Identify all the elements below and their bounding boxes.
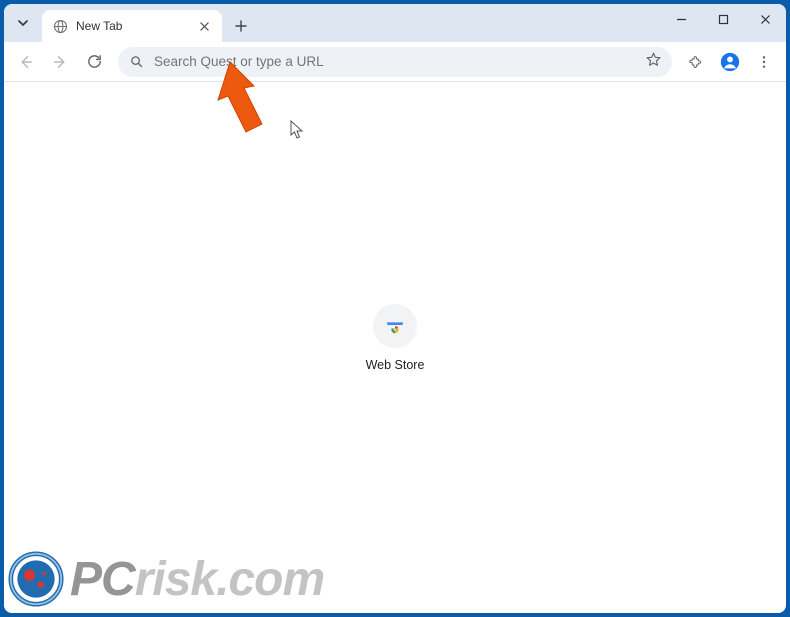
close-icon <box>200 22 209 31</box>
close-icon <box>760 14 771 25</box>
globe-icon <box>52 18 68 34</box>
new-tab-button[interactable] <box>228 13 254 39</box>
tab-title: New Tab <box>76 19 188 33</box>
tab-search-button[interactable] <box>10 10 36 36</box>
minimize-icon <box>676 14 687 25</box>
titlebar: New Tab <box>4 4 786 42</box>
webstore-icon <box>384 315 406 337</box>
search-icon <box>128 54 144 70</box>
close-window-button[interactable] <box>744 4 786 34</box>
profile-icon <box>719 51 741 73</box>
shortcuts-grid: Web Store <box>4 304 786 372</box>
back-button[interactable] <box>10 46 42 78</box>
shortcut-webstore[interactable]: Web Store <box>340 304 450 372</box>
profile-button[interactable] <box>714 46 746 78</box>
arrow-right-icon <box>51 53 69 71</box>
reload-icon <box>86 53 103 70</box>
maximize-icon <box>718 14 729 25</box>
browser-window: New Tab <box>4 4 786 613</box>
menu-button[interactable] <box>748 46 780 78</box>
maximize-button[interactable] <box>702 4 744 34</box>
kebab-icon <box>756 54 772 70</box>
star-icon <box>645 51 662 68</box>
bookmark-button[interactable] <box>645 51 662 73</box>
plus-icon <box>235 20 247 32</box>
chevron-down-icon <box>17 17 29 29</box>
puzzle-icon <box>688 53 705 70</box>
tab-newtab[interactable]: New Tab <box>42 10 222 42</box>
extensions-button[interactable] <box>680 46 712 78</box>
toolbar-right <box>680 46 780 78</box>
toolbar <box>4 42 786 82</box>
address-input[interactable] <box>154 54 635 69</box>
forward-button[interactable] <box>44 46 76 78</box>
page-content: Web Store <box>4 82 786 613</box>
tab-close-button[interactable] <box>196 18 212 34</box>
omnibox[interactable] <box>118 47 672 77</box>
shortcut-tile <box>373 304 417 348</box>
window-controls <box>660 4 786 36</box>
arrow-left-icon <box>17 53 35 71</box>
minimize-button[interactable] <box>660 4 702 34</box>
reload-button[interactable] <box>78 46 110 78</box>
shortcut-label: Web Store <box>366 358 425 372</box>
